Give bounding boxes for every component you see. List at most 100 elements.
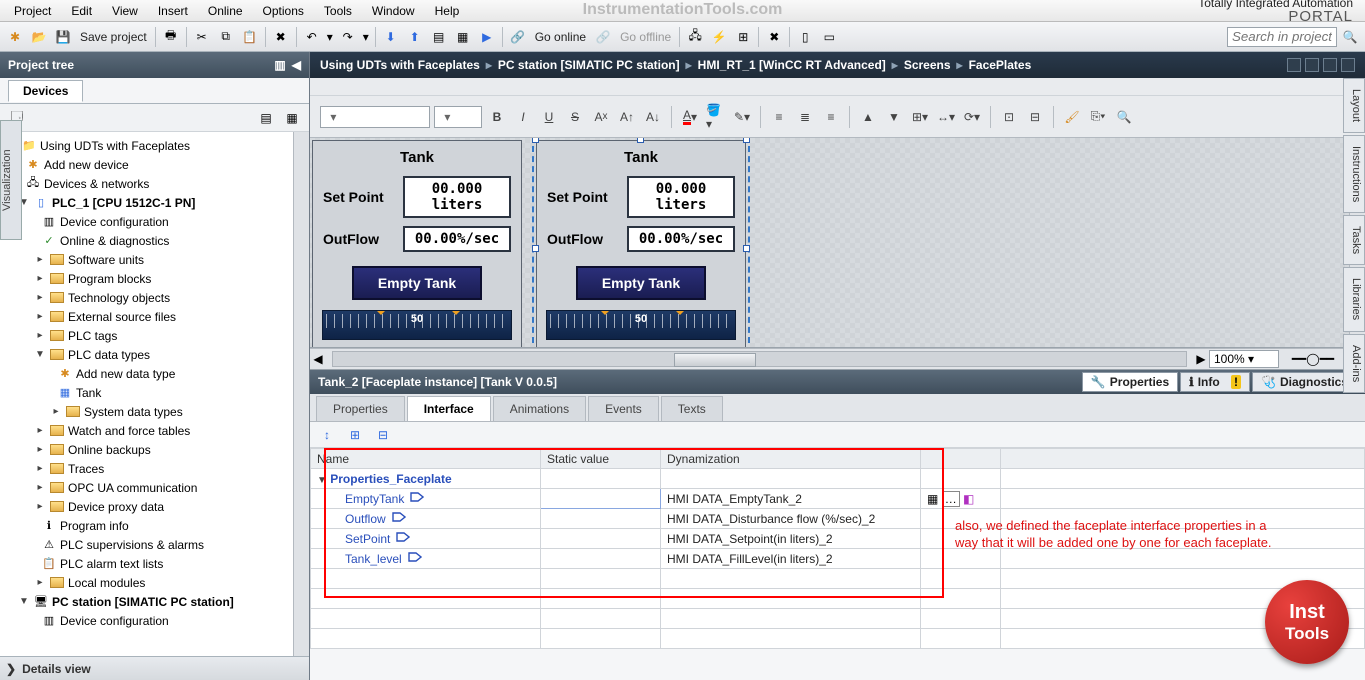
fp2-outflow-value[interactable]: 00.00%/sec <box>627 226 735 252</box>
insp-tab-properties[interactable]: 🔧Properties <box>1082 372 1178 392</box>
tree-detail-icon[interactable]: ▦ <box>281 107 303 129</box>
details-view-bar[interactable]: ❯ Details view <box>0 656 309 680</box>
menu-view[interactable]: View <box>102 2 148 20</box>
tree-devices-networks[interactable]: 🖧Devices & networks <box>2 174 293 193</box>
tree-prog-blocks[interactable]: ▸Program blocks <box>2 269 293 288</box>
tab-devices[interactable]: Devices <box>8 80 83 102</box>
flash-icon[interactable]: ⚡ <box>708 26 730 48</box>
faceplate-tank-2[interactable]: Tank Set Point00.000 liters OutFlow00.00… <box>536 140 746 348</box>
sim-icon[interactable]: ▦ <box>452 26 474 48</box>
subtab-texts[interactable]: Texts <box>661 396 723 421</box>
scroll-left-icon[interactable]: ◀ <box>310 352 326 366</box>
crumb-2[interactable]: HMI_RT_1 [WinCC RT Advanced] <box>698 58 886 72</box>
compile-icon[interactable]: ▤ <box>428 26 450 48</box>
menu-project[interactable]: Project <box>4 2 61 20</box>
faceplate-tank-1[interactable]: Tank Set Point00.000 liters OutFlow00.00… <box>312 140 522 348</box>
fp1-outflow-value[interactable]: 00.00%/sec <box>403 226 511 252</box>
undo-dropdown-icon[interactable]: ▾ <box>325 26 335 48</box>
subtab-animations[interactable]: Animations <box>493 396 586 421</box>
go-online-button[interactable]: Go online <box>531 30 590 44</box>
distribute-icon[interactable]: ↔▾ <box>935 106 957 128</box>
tree-ext-src[interactable]: ▸External source files <box>2 307 293 326</box>
tree-plc[interactable]: ▼▯PLC_1 [CPU 1512C-1 PN] <box>2 193 293 212</box>
menu-edit[interactable]: Edit <box>61 2 102 20</box>
tree-list-icon[interactable]: ▤ <box>255 107 277 129</box>
tree-dev-conf[interactable]: ▥Device configuration <box>2 212 293 231</box>
col-dyn[interactable]: Dynamization <box>661 449 921 469</box>
fill-color-icon[interactable]: 🪣▾ <box>705 106 727 128</box>
tree-sys-dtypes[interactable]: ▸System data types <box>2 402 293 421</box>
tree-add-device[interactable]: ✱Add new device <box>2 155 293 174</box>
rtab-tasks[interactable]: Tasks <box>1343 215 1365 265</box>
tree-plc-dtypes[interactable]: ▼PLC data types <box>2 345 293 364</box>
window-max-icon[interactable] <box>1323 58 1337 72</box>
insp-tab-diagnostics[interactable]: 🩺Diagnostics <box>1252 372 1357 392</box>
superscript-icon[interactable]: Ax <box>590 106 612 128</box>
cross-ref-icon[interactable]: ⊞ <box>732 26 754 48</box>
subtab-interface[interactable]: Interface <box>407 396 491 421</box>
new-project-icon[interactable]: ✱ <box>4 26 26 48</box>
align-left-icon[interactable]: ≡ <box>768 106 790 128</box>
tree-add-dtype[interactable]: ✱Add new data type <box>2 364 293 383</box>
expand-all-icon[interactable]: ⊞ <box>344 424 366 446</box>
undo-icon[interactable]: ↶ <box>301 26 323 48</box>
strike-icon[interactable]: S <box>564 106 586 128</box>
more-icon[interactable]: … <box>942 491 960 507</box>
link-icon[interactable]: ◧ <box>963 492 974 506</box>
tree-sw-units[interactable]: ▸Software units <box>2 250 293 269</box>
tree-plc-tags[interactable]: ▸PLC tags <box>2 326 293 345</box>
menu-online[interactable]: Online <box>198 2 253 20</box>
scroll-right-icon[interactable]: ▶ <box>1193 352 1209 366</box>
tree-scrollbar[interactable] <box>293 132 309 656</box>
tree-tech-obj[interactable]: ▸Technology objects <box>2 288 293 307</box>
bring-front-icon[interactable]: ▲ <box>857 106 879 128</box>
download-icon[interactable]: ⬇ <box>380 26 402 48</box>
row-emptytank[interactable]: EmptyTank HMI DATA_EmptyTank_2 ▦ … ◧ <box>311 489 1365 509</box>
send-back-icon[interactable]: ▼ <box>883 106 905 128</box>
redo-dropdown-icon[interactable]: ▾ <box>361 26 371 48</box>
tree-proxy[interactable]: ▸Device proxy data <box>2 497 293 516</box>
fp2-empty-button[interactable]: Empty Tank <box>576 266 706 300</box>
font-family-select[interactable]: ▾ <box>320 106 430 128</box>
group-row[interactable]: ▼ Properties_Faceplate <box>311 469 1365 489</box>
align-right-icon[interactable]: ≡ <box>820 106 842 128</box>
go-offline-icon[interactable]: 🔗 <box>592 26 614 48</box>
delete-icon[interactable]: ✖ <box>270 26 292 48</box>
search-go-icon[interactable]: 🔍 <box>1339 26 1361 48</box>
menu-insert[interactable]: Insert <box>148 2 198 20</box>
rtab-instructions[interactable]: Instructions <box>1343 135 1365 213</box>
line-color-icon[interactable]: ✎▾ <box>731 106 753 128</box>
tree-traces[interactable]: ▸Traces <box>2 459 293 478</box>
italic-icon[interactable]: I <box>512 106 534 128</box>
window-restore-icon[interactable] <box>1305 58 1319 72</box>
col-name[interactable]: Name <box>311 449 541 469</box>
paste-icon[interactable]: 📋 <box>239 26 261 48</box>
fp2-setpoint-value[interactable]: 00.000 liters <box>627 176 735 218</box>
redo-icon[interactable]: ↷ <box>337 26 359 48</box>
crumb-1[interactable]: PC station [SIMATIC PC station] <box>498 58 680 72</box>
split-h-icon[interactable]: ▯ <box>794 26 816 48</box>
vtab-visualization[interactable]: Visualization <box>0 120 22 240</box>
project-search-input[interactable] <box>1227 27 1337 47</box>
font-color-icon[interactable]: A▾ <box>679 106 701 128</box>
pin-icon[interactable]: ◀ <box>292 58 301 72</box>
go-online-icon[interactable]: 🔗 <box>507 26 529 48</box>
rtab-addins[interactable]: Add-ins <box>1343 334 1365 393</box>
tree-pc-station[interactable]: ▼🖥PC station [SIMATIC PC station] <box>2 592 293 611</box>
align-center-icon[interactable]: ≣ <box>794 106 816 128</box>
save-project-button[interactable]: Save project <box>76 30 151 44</box>
tree-opcua[interactable]: ▸OPC UA communication <box>2 478 293 497</box>
insp-tab-info[interactable]: ℹInfo ! <box>1180 372 1250 392</box>
crumb-4[interactable]: FacePlates <box>969 58 1032 72</box>
menu-help[interactable]: Help <box>425 2 470 20</box>
group-icon[interactable]: ⊡ <box>998 106 1020 128</box>
tree-root[interactable]: ▼📁Using UDTs with Faceplates <box>2 136 293 155</box>
tree-prog-info[interactable]: ℹProgram info <box>2 516 293 535</box>
ref-icon[interactable]: ⎘▾ <box>1087 106 1109 128</box>
ungroup-icon[interactable]: ⊟ <box>1024 106 1046 128</box>
crumb-0[interactable]: Using UDTs with Faceplates <box>320 58 480 72</box>
open-project-icon[interactable]: 📂 <box>28 26 50 48</box>
paintbrush-icon[interactable]: 🖌 <box>1061 106 1083 128</box>
accessible-devices-icon[interactable]: 🖧 <box>684 26 706 48</box>
tree-backups[interactable]: ▸Online backups <box>2 440 293 459</box>
